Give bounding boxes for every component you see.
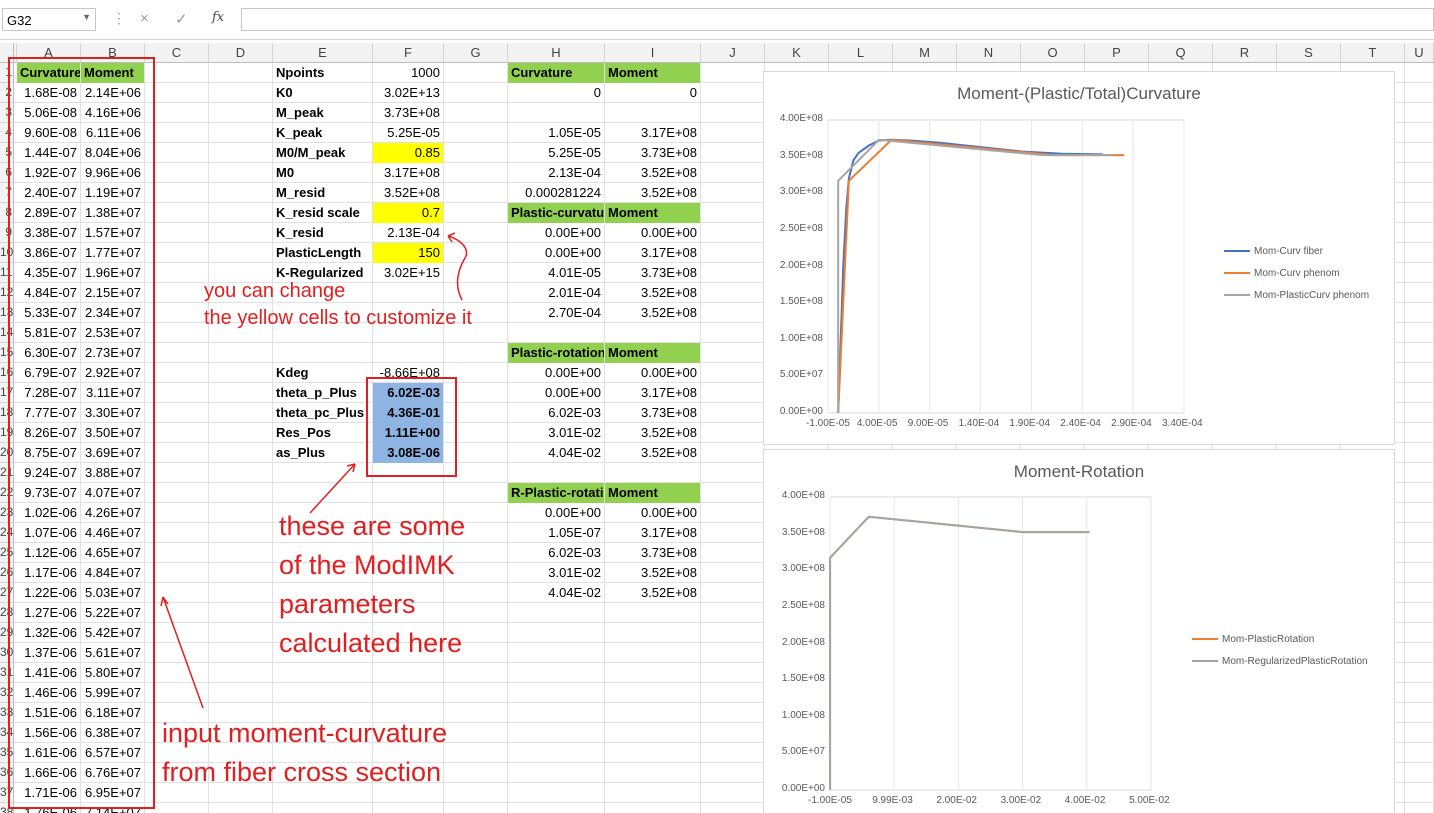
x-tick-label: 2.90E-04 (1111, 418, 1152, 429)
x-tick-label: 3.00E-02 (1000, 795, 1042, 806)
y-tick-label: 3.00E+08 (781, 563, 825, 575)
series-line-1[interactable] (837, 138, 1125, 414)
series-line-2[interactable] (837, 138, 1113, 413)
legend-swatch (1224, 272, 1250, 275)
arrow-to-input (162, 596, 204, 709)
y-tick-label: 2.00E+08 (781, 636, 825, 648)
y-tick-label: 2.50E+08 (781, 599, 825, 611)
x-tick-label: 5.00E-02 (1129, 795, 1170, 806)
legend-item[interactable]: Mom-Curv phenom (1224, 268, 1340, 279)
y-tick-label: 1.00E+08 (781, 709, 825, 721)
legend-label: Mom-RegularizedPlasticRotation (1222, 656, 1368, 667)
legend-item[interactable]: Mom-Curv fiber (1224, 246, 1323, 257)
legend-label: Mom-Curv phenom (1254, 268, 1340, 279)
x-tick-label: 1.40E-04 (958, 418, 1000, 429)
plot-border (827, 119, 1185, 414)
y-tick-label: 3.50E+08 (781, 526, 825, 538)
chart-plot-area (829, 496, 1152, 791)
x-tick-label: 1.90E-04 (1009, 418, 1051, 429)
chart-plot-area (827, 119, 1185, 414)
legend-swatch (1192, 638, 1218, 641)
x-tick-label: 9.00E-05 (907, 418, 949, 429)
legend-item[interactable]: Mom-PlasticCurv phenom (1224, 290, 1369, 301)
y-tick-label: 5.00E+07 (779, 369, 823, 381)
x-tick-label: 2.00E-02 (936, 795, 977, 806)
x-tick-label: -1.00E-05 (808, 795, 852, 806)
y-tick-label: 0.00E+00 (779, 406, 823, 417)
x-tick-label: 4.00E-02 (1064, 795, 1106, 806)
y-tick-label: 1.50E+08 (779, 296, 823, 308)
chart-moment-curvature[interactable]: Moment-(Plastic/Total)Curvature 0.00E+00… (763, 71, 1395, 445)
x-tick-label: 9.99E-03 (872, 795, 913, 806)
y-tick-label: 2.50E+08 (779, 222, 823, 234)
legend-item[interactable]: Mom-RegularizedPlasticRotation (1192, 656, 1368, 667)
legend-label: Mom-PlasticCurv phenom (1254, 290, 1370, 301)
y-tick-label: 0.00E+00 (781, 783, 825, 794)
y-tick-label: 1.50E+08 (781, 673, 825, 685)
legend-label: Mom-Curv fiber (1254, 246, 1323, 257)
x-tick-label: 3.40E-04 (1162, 418, 1203, 429)
legend-item[interactable]: Mom-PlasticRotation (1192, 634, 1314, 645)
series-line-0[interactable] (837, 138, 1103, 414)
chart-moment-rotation[interactable]: Moment-Rotation 0.00E+00 5.00E+07 1.00E+08… (763, 449, 1395, 813)
legend-swatch (1192, 660, 1218, 663)
series-line-1[interactable] (829, 515, 1090, 791)
legend-label: Mom-PlasticRotation (1222, 634, 1315, 645)
series-line-0[interactable] (829, 515, 1090, 790)
y-tick-label: 4.00E+08 (781, 490, 825, 501)
legend-swatch (1224, 294, 1250, 297)
y-tick-label: 5.00E+07 (781, 746, 825, 758)
y-tick-label: 4.00E+08 (779, 113, 823, 124)
y-tick-label: 2.00E+08 (779, 259, 823, 271)
y-tick-label: 1.00E+08 (779, 332, 823, 344)
x-tick-label: -1.00E-05 (806, 418, 850, 429)
x-tick-label: 4.00E-05 (856, 418, 898, 429)
legend-swatch (1224, 250, 1250, 253)
x-tick-label: 2.40E-04 (1060, 418, 1101, 429)
y-tick-label: 3.50E+08 (779, 149, 823, 161)
arrow-to-yellow-cells (447, 235, 468, 301)
y-tick-label: 3.00E+08 (779, 186, 823, 198)
arrow-to-modimk (309, 463, 356, 514)
plot-border (829, 496, 1152, 791)
